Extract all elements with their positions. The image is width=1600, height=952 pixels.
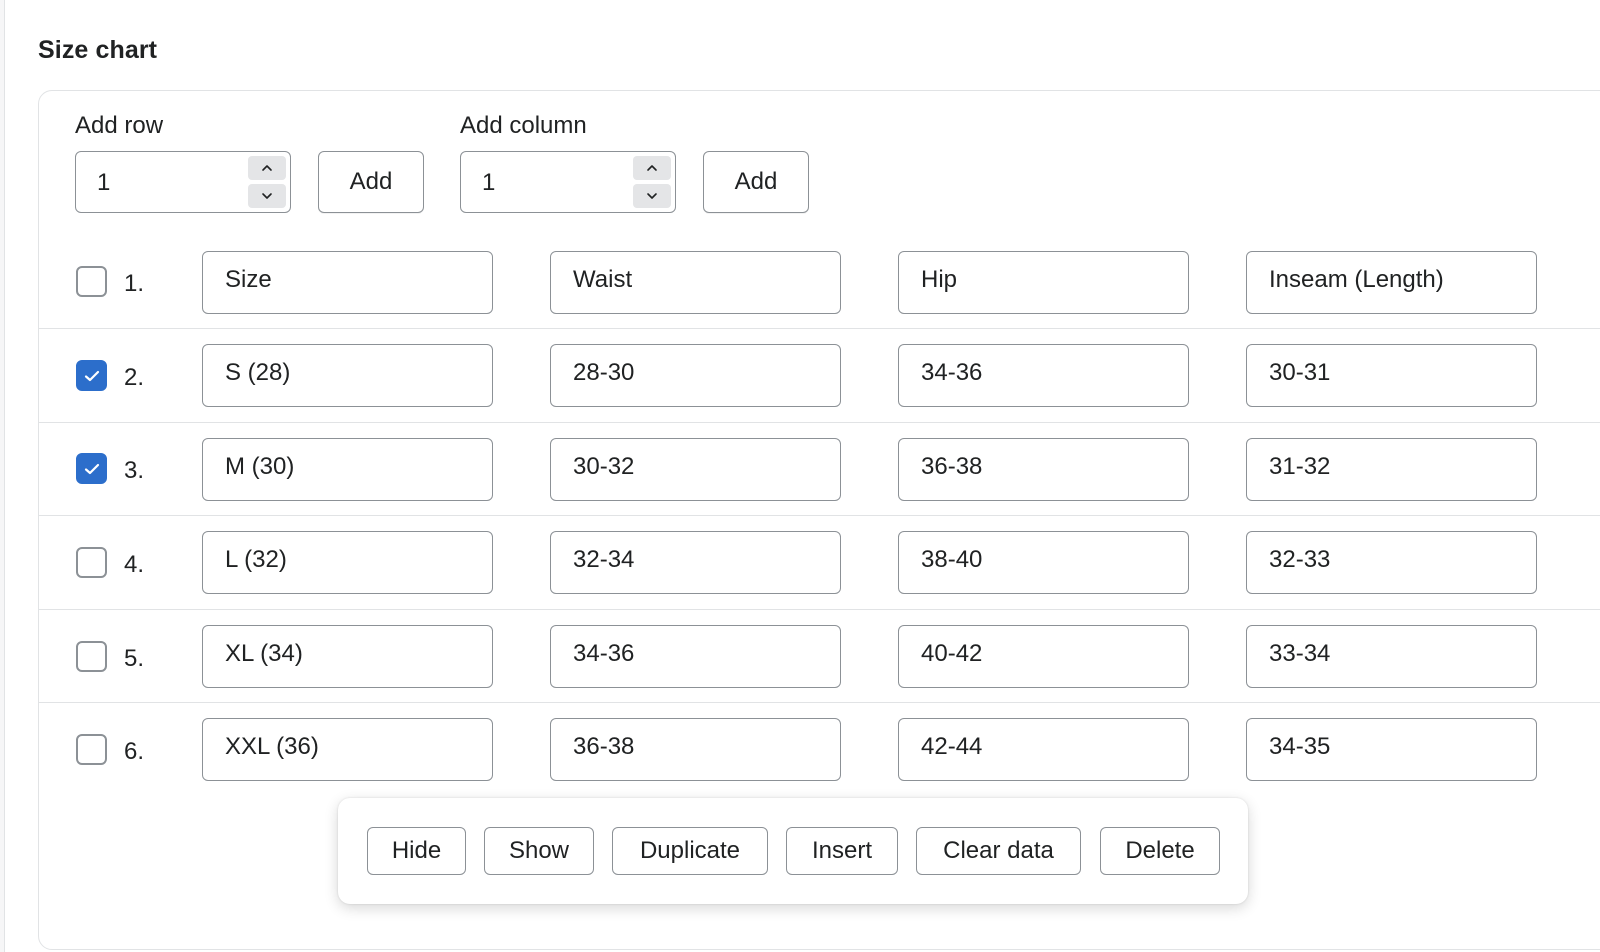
table-cell-input[interactable]: L (32) [202, 531, 493, 594]
table-cell-input[interactable]: Waist [550, 251, 841, 314]
table-cell-input[interactable]: 34-36 [898, 344, 1189, 407]
table-cell-input[interactable]: S (28) [202, 344, 493, 407]
table-cell-input[interactable]: 32-33 [1246, 531, 1537, 594]
table-cell-input[interactable]: 28-30 [550, 344, 841, 407]
table-cell-input[interactable]: M (30) [202, 438, 493, 501]
add-row-count-input[interactable]: 1 [75, 151, 291, 213]
add-column-count-input[interactable]: 1 [460, 151, 676, 213]
row-number: 5. [124, 645, 145, 672]
row-checkbox[interactable] [76, 266, 107, 297]
row-checkbox[interactable] [76, 547, 107, 578]
hide-button[interactable]: Hide [367, 827, 466, 875]
table-cell-input[interactable]: 34-36 [550, 625, 841, 688]
row-number: 6. [124, 738, 145, 765]
add-column-label: Add column [460, 112, 587, 139]
checkmark-icon [84, 463, 99, 474]
row-checkbox[interactable] [76, 453, 107, 484]
table-cell-input[interactable]: 38-40 [898, 531, 1189, 594]
chevron-down-icon [647, 193, 657, 199]
add-column-decrement-button[interactable] [633, 184, 671, 208]
table-cell-input[interactable]: 30-32 [550, 438, 841, 501]
table-cell-input[interactable]: 31-32 [1246, 438, 1537, 501]
delete-button[interactable]: Delete [1100, 827, 1220, 875]
row-number: 4. [124, 551, 145, 578]
add-row-decrement-button[interactable] [248, 184, 286, 208]
checkmark-icon [84, 370, 99, 381]
table-cell-input[interactable]: 36-38 [898, 438, 1189, 501]
row-checkbox[interactable] [76, 734, 107, 765]
duplicate-button[interactable]: Duplicate [612, 827, 768, 875]
row-number: 2. [124, 364, 145, 391]
add-row-count-value: 1 [97, 169, 111, 196]
add-row-button[interactable]: Add [318, 151, 424, 213]
table-cell-input[interactable]: Size [202, 251, 493, 314]
table-cell-input[interactable]: Hip [898, 251, 1189, 314]
chevron-down-icon [262, 193, 272, 199]
row-checkbox[interactable] [76, 641, 107, 672]
table-cell-input[interactable]: 42-44 [898, 718, 1189, 781]
table-cell-input[interactable]: 30-31 [1246, 344, 1537, 407]
table-cell-input[interactable]: 40-42 [898, 625, 1189, 688]
add-column-button[interactable]: Add [703, 151, 809, 213]
show-button[interactable]: Show [484, 827, 594, 875]
row-number: 3. [124, 457, 145, 484]
table-cell-input[interactable]: XL (34) [202, 625, 493, 688]
table-cell-input[interactable]: 34-35 [1246, 718, 1537, 781]
bulk-action-bar: Hide Show Duplicate Insert Clear data De… [338, 798, 1248, 904]
row-number: 1. [124, 270, 145, 297]
add-row-increment-button[interactable] [248, 156, 286, 180]
insert-button[interactable]: Insert [786, 827, 898, 875]
section-title: Size chart [38, 36, 158, 64]
chevron-up-icon [262, 165, 272, 171]
table-cell-input[interactable]: Inseam (Length) [1246, 251, 1537, 314]
table-cell-input[interactable]: 33-34 [1246, 625, 1537, 688]
add-column-count-value: 1 [482, 169, 496, 196]
table-cell-input[interactable]: 36-38 [550, 718, 841, 781]
chevron-up-icon [647, 165, 657, 171]
table-cell-input[interactable]: 32-34 [550, 531, 841, 594]
add-column-increment-button[interactable] [633, 156, 671, 180]
clear-data-button[interactable]: Clear data [916, 827, 1081, 875]
table-cell-input[interactable]: XXL (36) [202, 718, 493, 781]
add-row-label: Add row [75, 112, 164, 139]
page: Size chart Add row 1 Add Add column 1 Ad… [0, 0, 1600, 952]
row-checkbox[interactable] [76, 360, 107, 391]
